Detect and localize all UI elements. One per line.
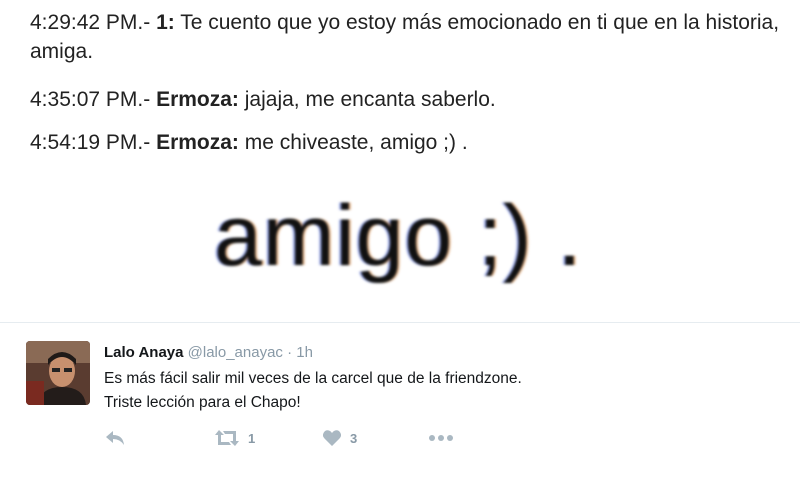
author-name[interactable]: Lalo Anaya bbox=[104, 344, 183, 361]
more-button[interactable] bbox=[428, 426, 454, 450]
retweet-button[interactable]: 1 bbox=[214, 426, 255, 450]
chat-screenshot: 4:29:42 PM.- 1: Te cuento que yo estoy m… bbox=[0, 0, 800, 322]
like-count: 3 bbox=[350, 430, 358, 446]
retweet-count: 1 bbox=[248, 430, 256, 446]
message-sender: Ermoza: bbox=[156, 88, 239, 111]
author-handle[interactable]: @lalo_anayac bbox=[188, 344, 283, 361]
message-time: 4:29:42 PM.- bbox=[30, 11, 157, 34]
tweet-text-line: Triste lección para el Chapo! bbox=[104, 394, 301, 411]
message-sender: Ermoza: bbox=[156, 131, 239, 154]
message-text: me chiveaste, amigo ;) . bbox=[238, 131, 468, 154]
zoomed-text: amigo ;) . bbox=[214, 188, 583, 284]
reply-button[interactable] bbox=[104, 426, 126, 450]
separator: · bbox=[282, 344, 297, 361]
retweet-icon bbox=[215, 430, 239, 446]
reply-icon bbox=[106, 431, 124, 445]
chat-message-1: 4:29:42 PM.- 1: Te cuento que yo estoy m… bbox=[30, 8, 790, 66]
avatar[interactable] bbox=[26, 341, 90, 405]
message-sender: 1: bbox=[156, 11, 175, 34]
message-time: 4:54:19 PM.- bbox=[30, 131, 157, 154]
tweet-header: Lalo Anaya @lalo_anayac · 1h bbox=[104, 343, 313, 363]
message-time: 4:35:07 PM.- bbox=[30, 88, 157, 111]
message-text: jajaja, me encanta saberlo. bbox=[238, 88, 496, 111]
tweet: Lalo Anaya @lalo_anayac · 1h Es más fáci… bbox=[0, 323, 800, 478]
tweet-text: Es más fácil salir mil veces de la carce… bbox=[104, 367, 522, 415]
like-button[interactable]: 3 bbox=[322, 426, 357, 450]
more-icon bbox=[429, 435, 453, 441]
like-icon bbox=[322, 430, 342, 446]
avatar-photo-icon bbox=[26, 341, 90, 405]
tweet-time[interactable]: 1h bbox=[296, 344, 313, 361]
tweet-text-line: Es más fácil salir mil veces de la carce… bbox=[104, 370, 522, 387]
chat-message-2: 4:35:07 PM.- Ermoza: jajaja, me encanta … bbox=[30, 85, 496, 114]
chat-message-3: 4:54:19 PM.- Ermoza: me chiveaste, amigo… bbox=[30, 128, 468, 157]
